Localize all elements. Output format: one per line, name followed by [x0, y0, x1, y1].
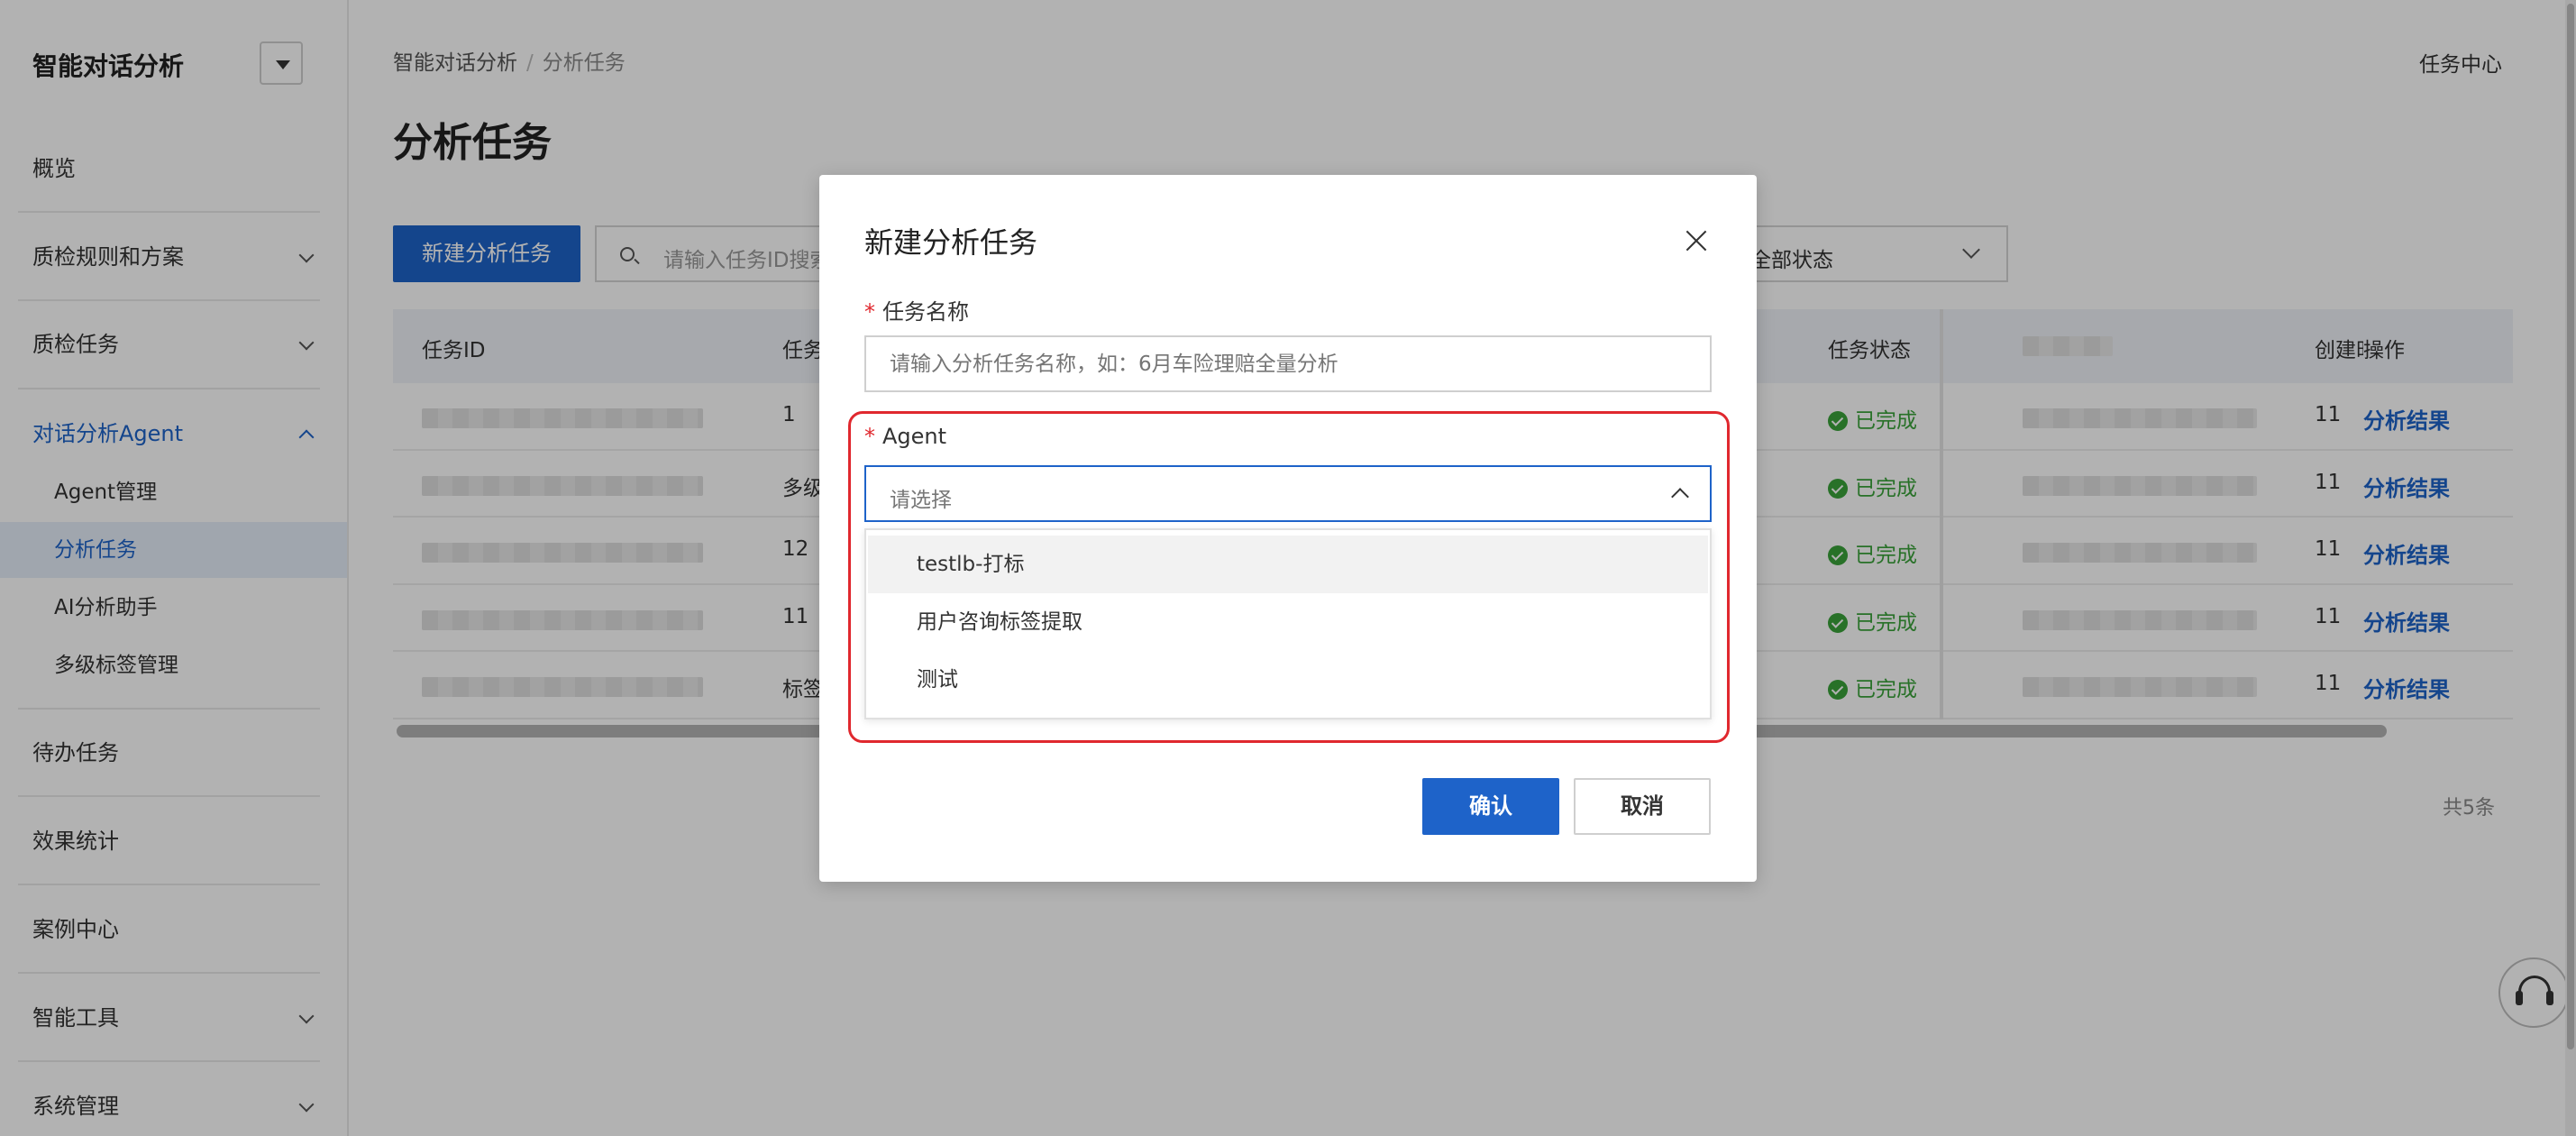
- agent-option[interactable]: testlb-打标: [868, 536, 1708, 593]
- agent-option[interactable]: 测试: [868, 651, 1708, 709]
- confirm-button[interactable]: 确认: [1422, 778, 1559, 835]
- agent-dropdown: testlb-打标 用户咨询标签提取 测试: [864, 528, 1712, 719]
- cancel-button[interactable]: 取消: [1574, 778, 1711, 835]
- required-mark: *: [864, 299, 875, 325]
- task-name-label: * 任务名称: [864, 294, 969, 325]
- agent-option[interactable]: 用户咨询标签提取: [868, 593, 1708, 651]
- new-task-dialog: 新建分析任务 * 任务名称 * Agent 请选择 testlb-打标 用户咨询标签…: [819, 175, 1757, 882]
- task-name-input[interactable]: [864, 335, 1712, 392]
- agent-select-placeholder: 请选择: [890, 489, 952, 512]
- chevron-up-icon: [1671, 488, 1689, 506]
- dialog-title: 新建分析任务: [864, 225, 1038, 260]
- close-icon[interactable]: [1685, 229, 1708, 252]
- required-mark: *: [864, 424, 875, 449]
- agent-label: * Agent: [864, 424, 946, 449]
- label-text: 任务名称: [882, 299, 969, 325]
- label-text: Agent: [882, 424, 947, 449]
- agent-select[interactable]: 请选择: [864, 465, 1712, 522]
